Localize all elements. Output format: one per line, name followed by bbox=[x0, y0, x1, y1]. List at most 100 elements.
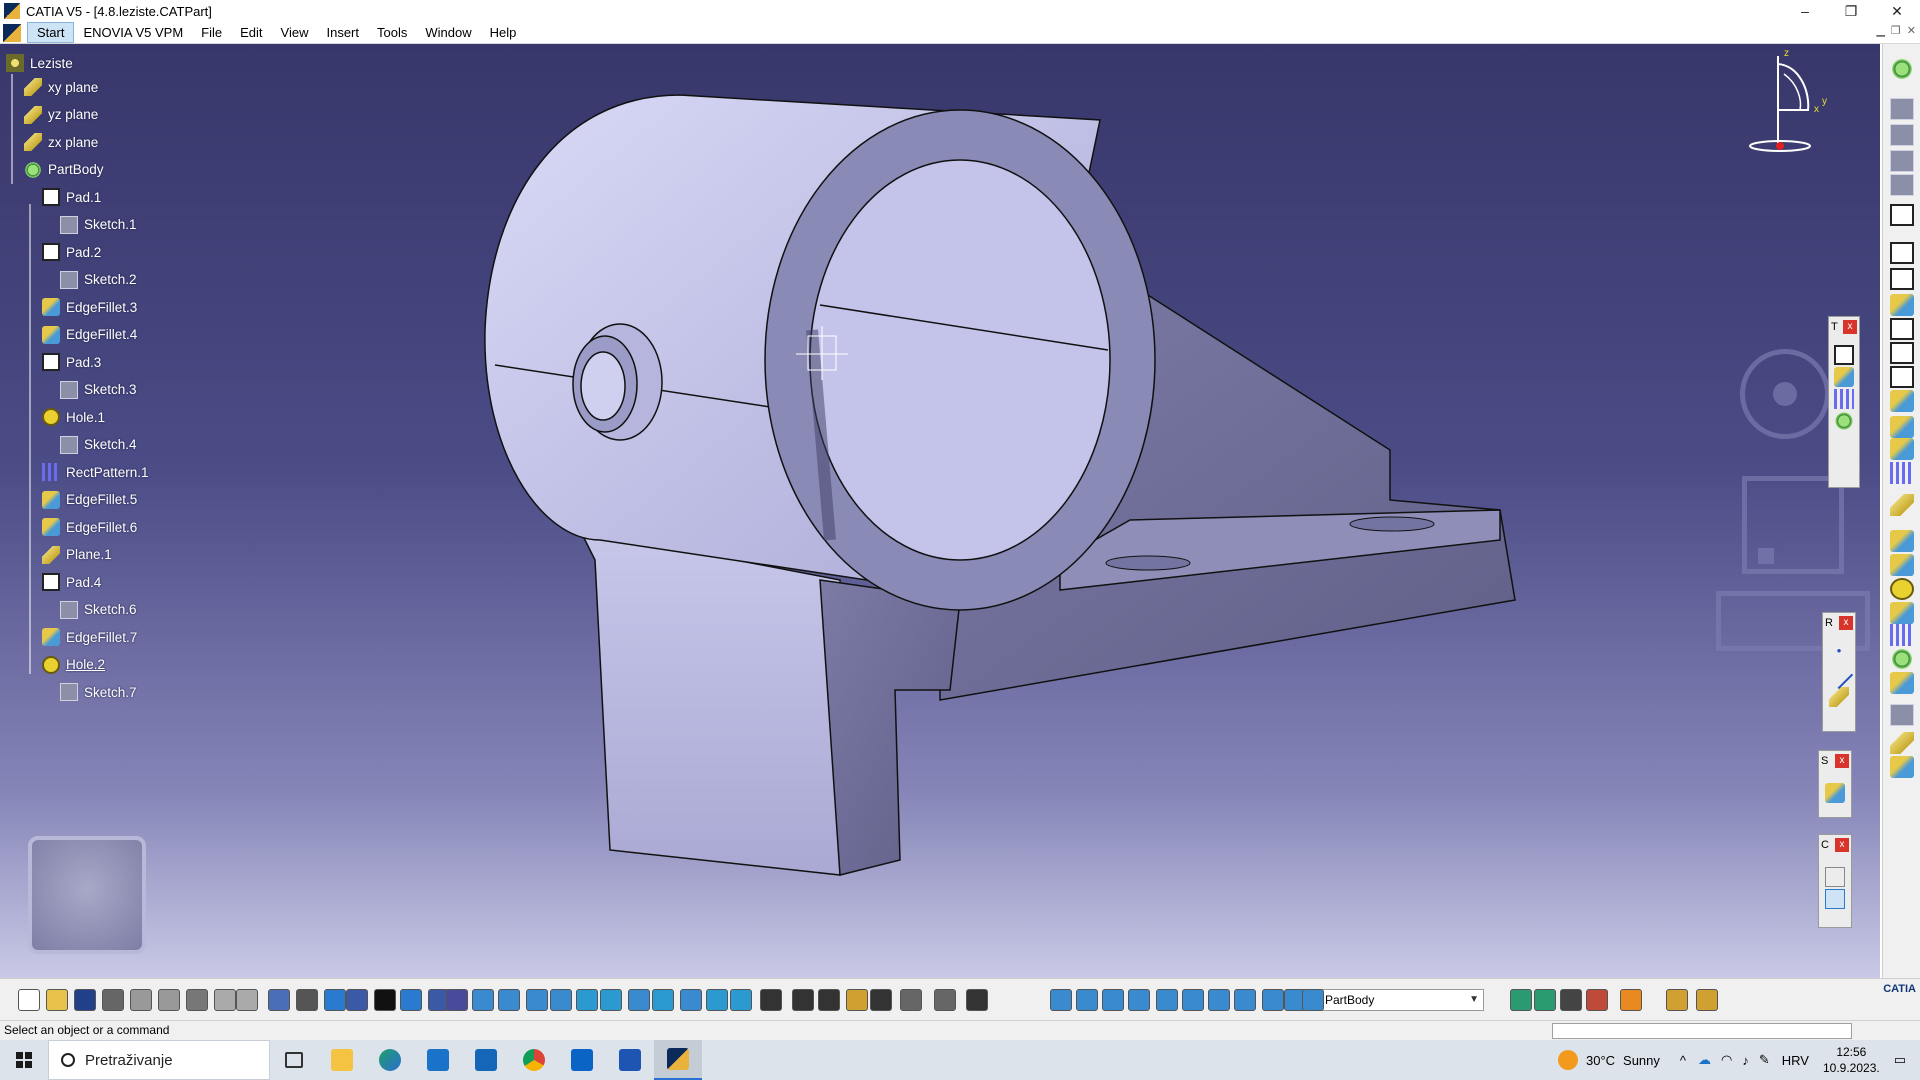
right-toolbar-tool-icon[interactable] bbox=[1890, 578, 1914, 600]
notification-icon[interactable]: ▭ bbox=[1894, 1052, 1906, 1068]
right-toolbar-tool-icon[interactable] bbox=[1890, 204, 1914, 226]
windows-start-button[interactable] bbox=[0, 1040, 48, 1080]
bottom-toolbar-tool-icon[interactable] bbox=[1534, 989, 1556, 1011]
bottom-toolbar-tool-icon[interactable] bbox=[680, 989, 702, 1011]
menu-start[interactable]: Start bbox=[27, 22, 75, 43]
tree-node[interactable]: EdgeFillet.7 bbox=[42, 628, 139, 646]
tree-node[interactable]: Hole.1 bbox=[42, 408, 107, 426]
right-toolbar-tool-icon[interactable] bbox=[1890, 366, 1914, 388]
compass-icon[interactable]: z x y bbox=[1738, 44, 1828, 164]
right-toolbar-tool-icon[interactable] bbox=[1890, 150, 1914, 172]
right-toolbar-tool-icon[interactable] bbox=[1890, 242, 1914, 264]
bottom-toolbar-tool-icon[interactable] bbox=[1666, 989, 1688, 1011]
tree-node[interactable]: Pad.4 bbox=[42, 573, 103, 591]
close-icon[interactable]: x bbox=[1835, 838, 1849, 852]
store-button[interactable] bbox=[414, 1040, 462, 1080]
bottom-toolbar-tool-icon[interactable] bbox=[846, 989, 868, 1011]
close-icon[interactable]: x bbox=[1835, 754, 1849, 768]
taskbar-search[interactable]: Pretraživanje bbox=[48, 1040, 270, 1080]
tree-node[interactable]: EdgeFillet.6 bbox=[42, 518, 139, 536]
bottom-toolbar-tool-icon[interactable] bbox=[74, 989, 96, 1011]
tree-node[interactable]: Sketch.6 bbox=[60, 600, 139, 619]
right-toolbar-tool-icon[interactable] bbox=[1890, 58, 1914, 80]
word-button[interactable] bbox=[606, 1040, 654, 1080]
bottom-toolbar-tool-icon[interactable] bbox=[934, 989, 956, 1011]
part-model[interactable] bbox=[0, 44, 1880, 978]
bottom-toolbar-tool-icon[interactable] bbox=[966, 989, 988, 1011]
catia-taskbar-button[interactable] bbox=[654, 1040, 702, 1080]
right-toolbar-tool-icon[interactable] bbox=[1890, 494, 1914, 516]
outlook-button[interactable] bbox=[558, 1040, 606, 1080]
right-toolbar-tool-icon[interactable] bbox=[1890, 462, 1914, 484]
bottom-toolbar-tool-icon[interactable] bbox=[400, 989, 422, 1011]
bottom-toolbar-tool-icon[interactable] bbox=[1208, 989, 1230, 1011]
right-toolbar-tool-icon[interactable] bbox=[1890, 390, 1914, 412]
bottom-toolbar-tool-icon[interactable] bbox=[628, 989, 650, 1011]
doc-minimize-button[interactable]: ▁ bbox=[1876, 24, 1884, 37]
tree-node[interactable]: Sketch.4 bbox=[60, 435, 139, 454]
menu-enovia[interactable]: ENOVIA V5 VPM bbox=[74, 23, 192, 42]
clock[interactable]: 12:56 10.9.2023. bbox=[1823, 1044, 1880, 1076]
task-view-button[interactable] bbox=[270, 1040, 318, 1080]
bottom-toolbar-tool-icon[interactable] bbox=[374, 989, 396, 1011]
tree-root[interactable]: Leziste bbox=[6, 54, 75, 72]
bottom-toolbar-tool-icon[interactable] bbox=[870, 989, 892, 1011]
network-icon[interactable]: ◠ bbox=[1721, 1052, 1732, 1068]
bottom-toolbar-tool-icon[interactable] bbox=[158, 989, 180, 1011]
bottom-toolbar-tool-icon[interactable] bbox=[1182, 989, 1204, 1011]
close-button[interactable]: ✕ bbox=[1874, 0, 1920, 22]
3d-viewport[interactable]: z x y Leziste xy plane yz plane zx plane Pa… bbox=[0, 44, 1880, 978]
line-icon[interactable] bbox=[1824, 660, 1854, 690]
menu-file[interactable]: File bbox=[192, 23, 231, 42]
bottom-toolbar-tool-icon[interactable] bbox=[1586, 989, 1608, 1011]
constraint-icon[interactable] bbox=[1825, 867, 1845, 887]
bottom-toolbar-tool-icon[interactable] bbox=[576, 989, 598, 1011]
right-toolbar-tool-icon[interactable] bbox=[1890, 648, 1914, 670]
bottom-toolbar-tool-icon[interactable] bbox=[526, 989, 548, 1011]
bottom-toolbar-tool-icon[interactable] bbox=[498, 989, 520, 1011]
menu-tools[interactable]: Tools bbox=[368, 23, 416, 42]
tree-node[interactable]: xy plane bbox=[24, 78, 100, 96]
bottom-toolbar-tool-icon[interactable] bbox=[46, 989, 68, 1011]
bottom-toolbar-tool-icon[interactable] bbox=[346, 989, 368, 1011]
menu-view[interactable]: View bbox=[272, 23, 318, 42]
menu-window[interactable]: Window bbox=[416, 23, 480, 42]
bottom-toolbar-tool-icon[interactable] bbox=[236, 989, 258, 1011]
tree-node[interactable]: RectPattern.1 bbox=[42, 463, 151, 481]
right-toolbar-tool-icon[interactable] bbox=[1890, 268, 1914, 290]
tree-node[interactable]: Plane.1 bbox=[42, 545, 114, 564]
restore-button[interactable]: ❐ bbox=[1828, 0, 1874, 22]
onedrive-icon[interactable]: ☁ bbox=[1698, 1052, 1711, 1068]
tree-node[interactable]: Sketch.1 bbox=[60, 215, 139, 234]
minimize-button[interactable]: – bbox=[1782, 0, 1828, 22]
tree-node[interactable]: yz plane bbox=[24, 105, 100, 124]
tree-node[interactable]: EdgeFillet.5 bbox=[42, 490, 139, 509]
command-input[interactable] bbox=[1552, 1023, 1852, 1039]
bottom-toolbar-tool-icon[interactable] bbox=[818, 989, 840, 1011]
plane-icon[interactable] bbox=[1829, 687, 1849, 707]
language-indicator[interactable]: HRV bbox=[1782, 1053, 1809, 1068]
bottom-toolbar-tool-icon[interactable] bbox=[1560, 989, 1582, 1011]
mail-button[interactable] bbox=[462, 1040, 510, 1080]
chrome-button[interactable] bbox=[510, 1040, 558, 1080]
bottom-toolbar-tool-icon[interactable] bbox=[268, 989, 290, 1011]
bottom-toolbar-tool-icon[interactable] bbox=[296, 989, 318, 1011]
bottom-toolbar-tool-icon[interactable] bbox=[1696, 989, 1718, 1011]
bottom-toolbar-tool-icon[interactable] bbox=[900, 989, 922, 1011]
right-toolbar-tool-icon[interactable] bbox=[1890, 756, 1914, 778]
bottom-toolbar-tool-icon[interactable] bbox=[1128, 989, 1150, 1011]
right-toolbar-tool-icon[interactable] bbox=[1890, 416, 1914, 438]
right-toolbar-tool-icon[interactable] bbox=[1890, 294, 1914, 316]
mirror-icon[interactable] bbox=[1834, 367, 1854, 387]
bottom-toolbar-tool-icon[interactable] bbox=[324, 989, 346, 1011]
tree-node[interactable]: Pad.3 bbox=[42, 353, 103, 371]
right-toolbar-tool-icon[interactable] bbox=[1890, 732, 1914, 754]
bottom-toolbar-tool-icon[interactable] bbox=[1234, 989, 1256, 1011]
right-toolbar-tool-icon[interactable] bbox=[1890, 318, 1914, 340]
tree-node[interactable]: Pad.1 bbox=[42, 188, 103, 206]
bottom-toolbar-tool-icon[interactable] bbox=[600, 989, 622, 1011]
right-toolbar-tool-icon[interactable] bbox=[1890, 98, 1914, 120]
pen-icon[interactable]: ✎ bbox=[1759, 1052, 1770, 1068]
bottom-toolbar-tool-icon[interactable] bbox=[130, 989, 152, 1011]
catia-menu-icon[interactable] bbox=[3, 23, 21, 42]
